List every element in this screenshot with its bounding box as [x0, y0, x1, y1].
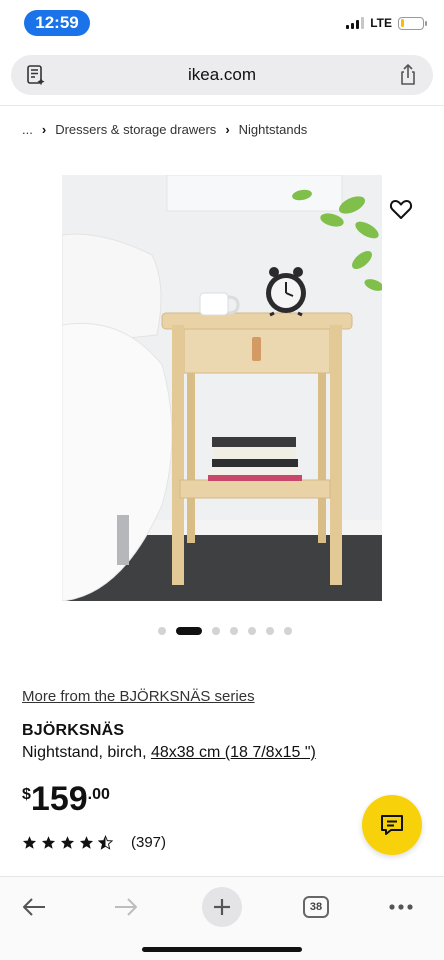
review-count[interactable]: (397) — [131, 834, 166, 851]
chat-button[interactable] — [362, 795, 422, 855]
star-icon — [79, 836, 94, 849]
network-type: LTE — [370, 16, 392, 30]
home-indicator — [142, 947, 302, 952]
breadcrumb-item-dressers[interactable]: Dressers & storage drawers — [55, 122, 216, 137]
star-icon — [60, 836, 75, 849]
carousel-dot[interactable] — [248, 627, 256, 635]
more-dots-icon — [389, 904, 413, 910]
breadcrumb-ellipsis[interactable]: ... — [22, 122, 33, 137]
forward-button[interactable] — [106, 887, 146, 927]
price-currency: $ — [22, 786, 31, 803]
breadcrumb: ... › Dressers & storage drawers › Night… — [22, 122, 307, 137]
half-star-icon — [98, 835, 113, 850]
carousel-dot-active[interactable] — [176, 627, 202, 635]
battery-level — [400, 19, 404, 27]
url-text: ikea.com — [187, 65, 257, 84]
more-button[interactable] — [381, 887, 421, 927]
star-icon — [22, 836, 37, 849]
battery-icon — [398, 16, 427, 30]
tabs-button[interactable]: 38 — [296, 887, 336, 927]
star-icon — [41, 836, 56, 849]
chevron-right-icon: › — [41, 122, 47, 137]
status-indicators: LTE — [346, 16, 427, 30]
share-icon[interactable] — [397, 63, 419, 87]
carousel-dot[interactable] — [230, 627, 238, 635]
product-name: BJÖRKSNÄS — [22, 722, 125, 739]
browser-toolbar: 38 — [0, 876, 444, 960]
product-size-link[interactable]: 48x38 cm (18 7/8x15 ") — [151, 744, 316, 761]
reader-mode-icon[interactable] — [25, 64, 47, 86]
plus-icon — [214, 899, 230, 915]
carousel-dot[interactable] — [158, 627, 166, 635]
product-price: $ 159 .00 — [22, 780, 110, 818]
carousel-dot[interactable] — [212, 627, 220, 635]
image-carousel-dots[interactable] — [158, 627, 292, 635]
price-whole: 159 — [30, 780, 88, 818]
product-rating[interactable]: (397) — [22, 834, 166, 851]
forward-arrow-icon — [115, 898, 137, 916]
breadcrumb-item-nightstands[interactable]: Nightstands — [239, 122, 308, 137]
tabs-icon: 38 — [303, 896, 329, 918]
price-cents: .00 — [87, 786, 110, 803]
signal-icon — [346, 17, 365, 29]
new-tab-button[interactable] — [202, 887, 242, 927]
header-divider — [0, 105, 444, 106]
favorite-heart-icon[interactable] — [389, 198, 413, 220]
carousel-dot[interactable] — [266, 627, 274, 635]
chevron-right-icon: › — [225, 122, 230, 137]
chat-bubble-icon — [381, 815, 403, 835]
series-link[interactable]: More from the BJÖRKSNÄS series — [22, 688, 255, 705]
back-arrow-icon — [23, 898, 45, 916]
carousel-dot[interactable] — [284, 627, 292, 635]
product-description: Nightstand, birch, 48x38 cm (18 7/8x15 "… — [22, 744, 316, 762]
status-bar: 12:59 LTE — [0, 0, 444, 48]
back-button[interactable] — [14, 887, 54, 927]
address-bar[interactable]: ikea.com — [11, 55, 433, 95]
product-image[interactable] — [62, 175, 382, 601]
product-description-text: Nightstand, birch, — [22, 744, 151, 761]
status-time: 12:59 — [24, 10, 90, 36]
nightstand-illustration — [62, 175, 382, 601]
